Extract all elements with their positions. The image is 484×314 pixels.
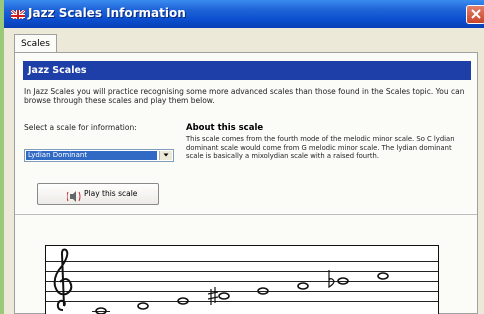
staff-lines	[46, 261, 438, 302]
play-button-label: Play this scale	[84, 189, 138, 198]
select-scale-label: Select a scale for information:	[24, 123, 137, 132]
scale-note	[137, 302, 149, 310]
about-text: This scale comes from the fourth mode of…	[186, 135, 455, 161]
union-jack-icon	[11, 7, 25, 19]
flat-icon	[328, 270, 335, 289]
dropdown-arrow-button[interactable]	[159, 151, 172, 160]
scale-dropdown-value: Lydian Dominant	[26, 151, 157, 160]
panel-divider	[15, 214, 477, 215]
intro-text: In Jazz Scales you will practice recogni…	[24, 87, 465, 105]
speaker-icon	[66, 188, 81, 202]
app-window: Jazz Scales Information Scales Jazz Scal…	[4, 0, 484, 314]
play-scale-button[interactable]: Play this scale	[37, 183, 159, 205]
section-header: Jazz Scales	[23, 61, 471, 80]
title-bar[interactable]: Jazz Scales Information	[4, 0, 484, 28]
music-staff	[45, 245, 439, 314]
scale-note	[377, 272, 389, 280]
scales-panel: Jazz Scales In Jazz Scales you will prac…	[14, 52, 478, 314]
close-icon	[471, 9, 481, 19]
scale-note	[92, 307, 110, 314]
scale-dropdown[interactable]: Lydian Dominant	[24, 149, 174, 162]
scale-note	[218, 292, 230, 300]
chevron-down-icon	[163, 153, 169, 157]
treble-clef-icon	[53, 248, 73, 311]
scale-note	[297, 282, 309, 290]
tab-scales[interactable]: Scales	[14, 34, 57, 53]
sharp-icon	[207, 287, 219, 305]
window-title: Jazz Scales Information	[28, 6, 186, 20]
close-button[interactable]	[466, 5, 484, 24]
about-title: About this scale	[186, 123, 264, 133]
